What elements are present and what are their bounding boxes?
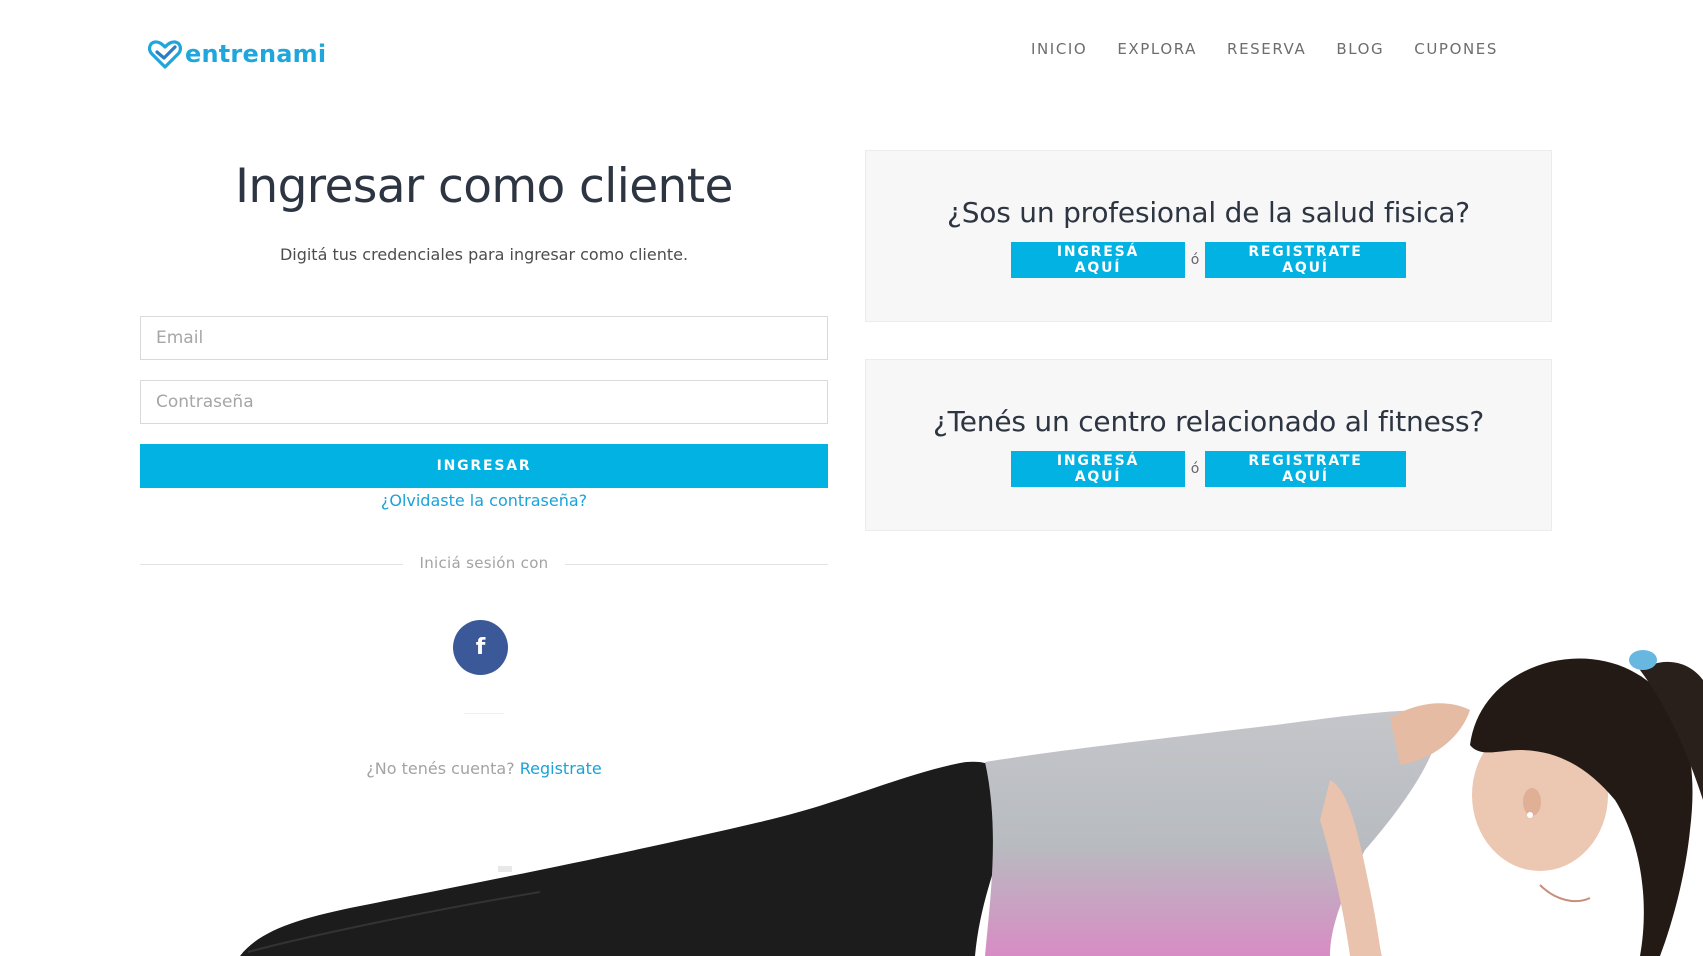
- client-login-panel: Ingresar como cliente Digitá tus credenc…: [140, 150, 828, 778]
- professional-register-button[interactable]: REGISTRATE AQUÍ: [1205, 242, 1406, 278]
- login-button[interactable]: INGRESAR: [140, 444, 828, 488]
- password-field[interactable]: [140, 380, 828, 424]
- professional-box: ¿Sos un profesional de la salud fisica? …: [865, 150, 1552, 322]
- heart-check-icon: [148, 40, 182, 69]
- logo-text: entrenami: [185, 40, 327, 68]
- login-subtitle: Digitá tus credenciales para ingresar co…: [279, 245, 689, 264]
- divider-label: Iniciá sesión con: [419, 554, 549, 572]
- nav-item-explora[interactable]: EXPLORA: [1117, 40, 1197, 58]
- separator: [464, 713, 504, 714]
- email-field[interactable]: [140, 316, 828, 360]
- facebook-login-button[interactable]: f: [453, 620, 508, 675]
- professional-box-actions: INGRESÁ AQUÍ ó REGISTRATE AQUÍ: [866, 242, 1551, 278]
- or-text: ó: [1190, 252, 1200, 268]
- center-login-button[interactable]: INGRESÁ AQUÍ: [1011, 451, 1185, 487]
- professional-box-title: ¿Sos un profesional de la salud fisica?: [947, 196, 1470, 229]
- page-title: Ingresar como cliente: [235, 159, 733, 214]
- or-text: ó: [1190, 461, 1200, 477]
- no-account-text: ¿No tenés cuenta?: [366, 759, 515, 778]
- fitness-center-box-actions: INGRESÁ AQUÍ ó REGISTRATE AQUÍ: [866, 451, 1551, 487]
- hero-plank-illustration: [240, 650, 1703, 956]
- nav-item-inicio[interactable]: INICIO: [1031, 40, 1087, 58]
- social-divider: Iniciá sesión con: [140, 553, 828, 577]
- header: entrenami INICIO EXPLORA RESERVA BLOG CU…: [0, 0, 1703, 100]
- professional-login-button[interactable]: INGRESÁ AQUÍ: [1011, 242, 1185, 278]
- signup-prompt: ¿No tenés cuenta? Registrate: [140, 759, 828, 778]
- fitness-center-box: ¿Tenés un centro relacionado al fitness?…: [865, 359, 1552, 531]
- forgot-password-link[interactable]: ¿Olvidaste la contraseña?: [140, 491, 828, 510]
- nav-item-blog[interactable]: BLOG: [1336, 40, 1384, 58]
- main-nav: INICIO EXPLORA RESERVA BLOG CUPONES: [1031, 40, 1498, 58]
- center-register-button[interactable]: REGISTRATE AQUÍ: [1205, 451, 1406, 487]
- nav-item-cupones[interactable]: CUPONES: [1414, 40, 1498, 58]
- fitness-center-box-title: ¿Tenés un centro relacionado al fitness?: [932, 405, 1485, 438]
- register-link[interactable]: Registrate: [520, 759, 602, 778]
- logo[interactable]: entrenami: [148, 38, 326, 70]
- facebook-icon: f: [475, 635, 486, 660]
- nav-item-reserva[interactable]: RESERVA: [1227, 40, 1306, 58]
